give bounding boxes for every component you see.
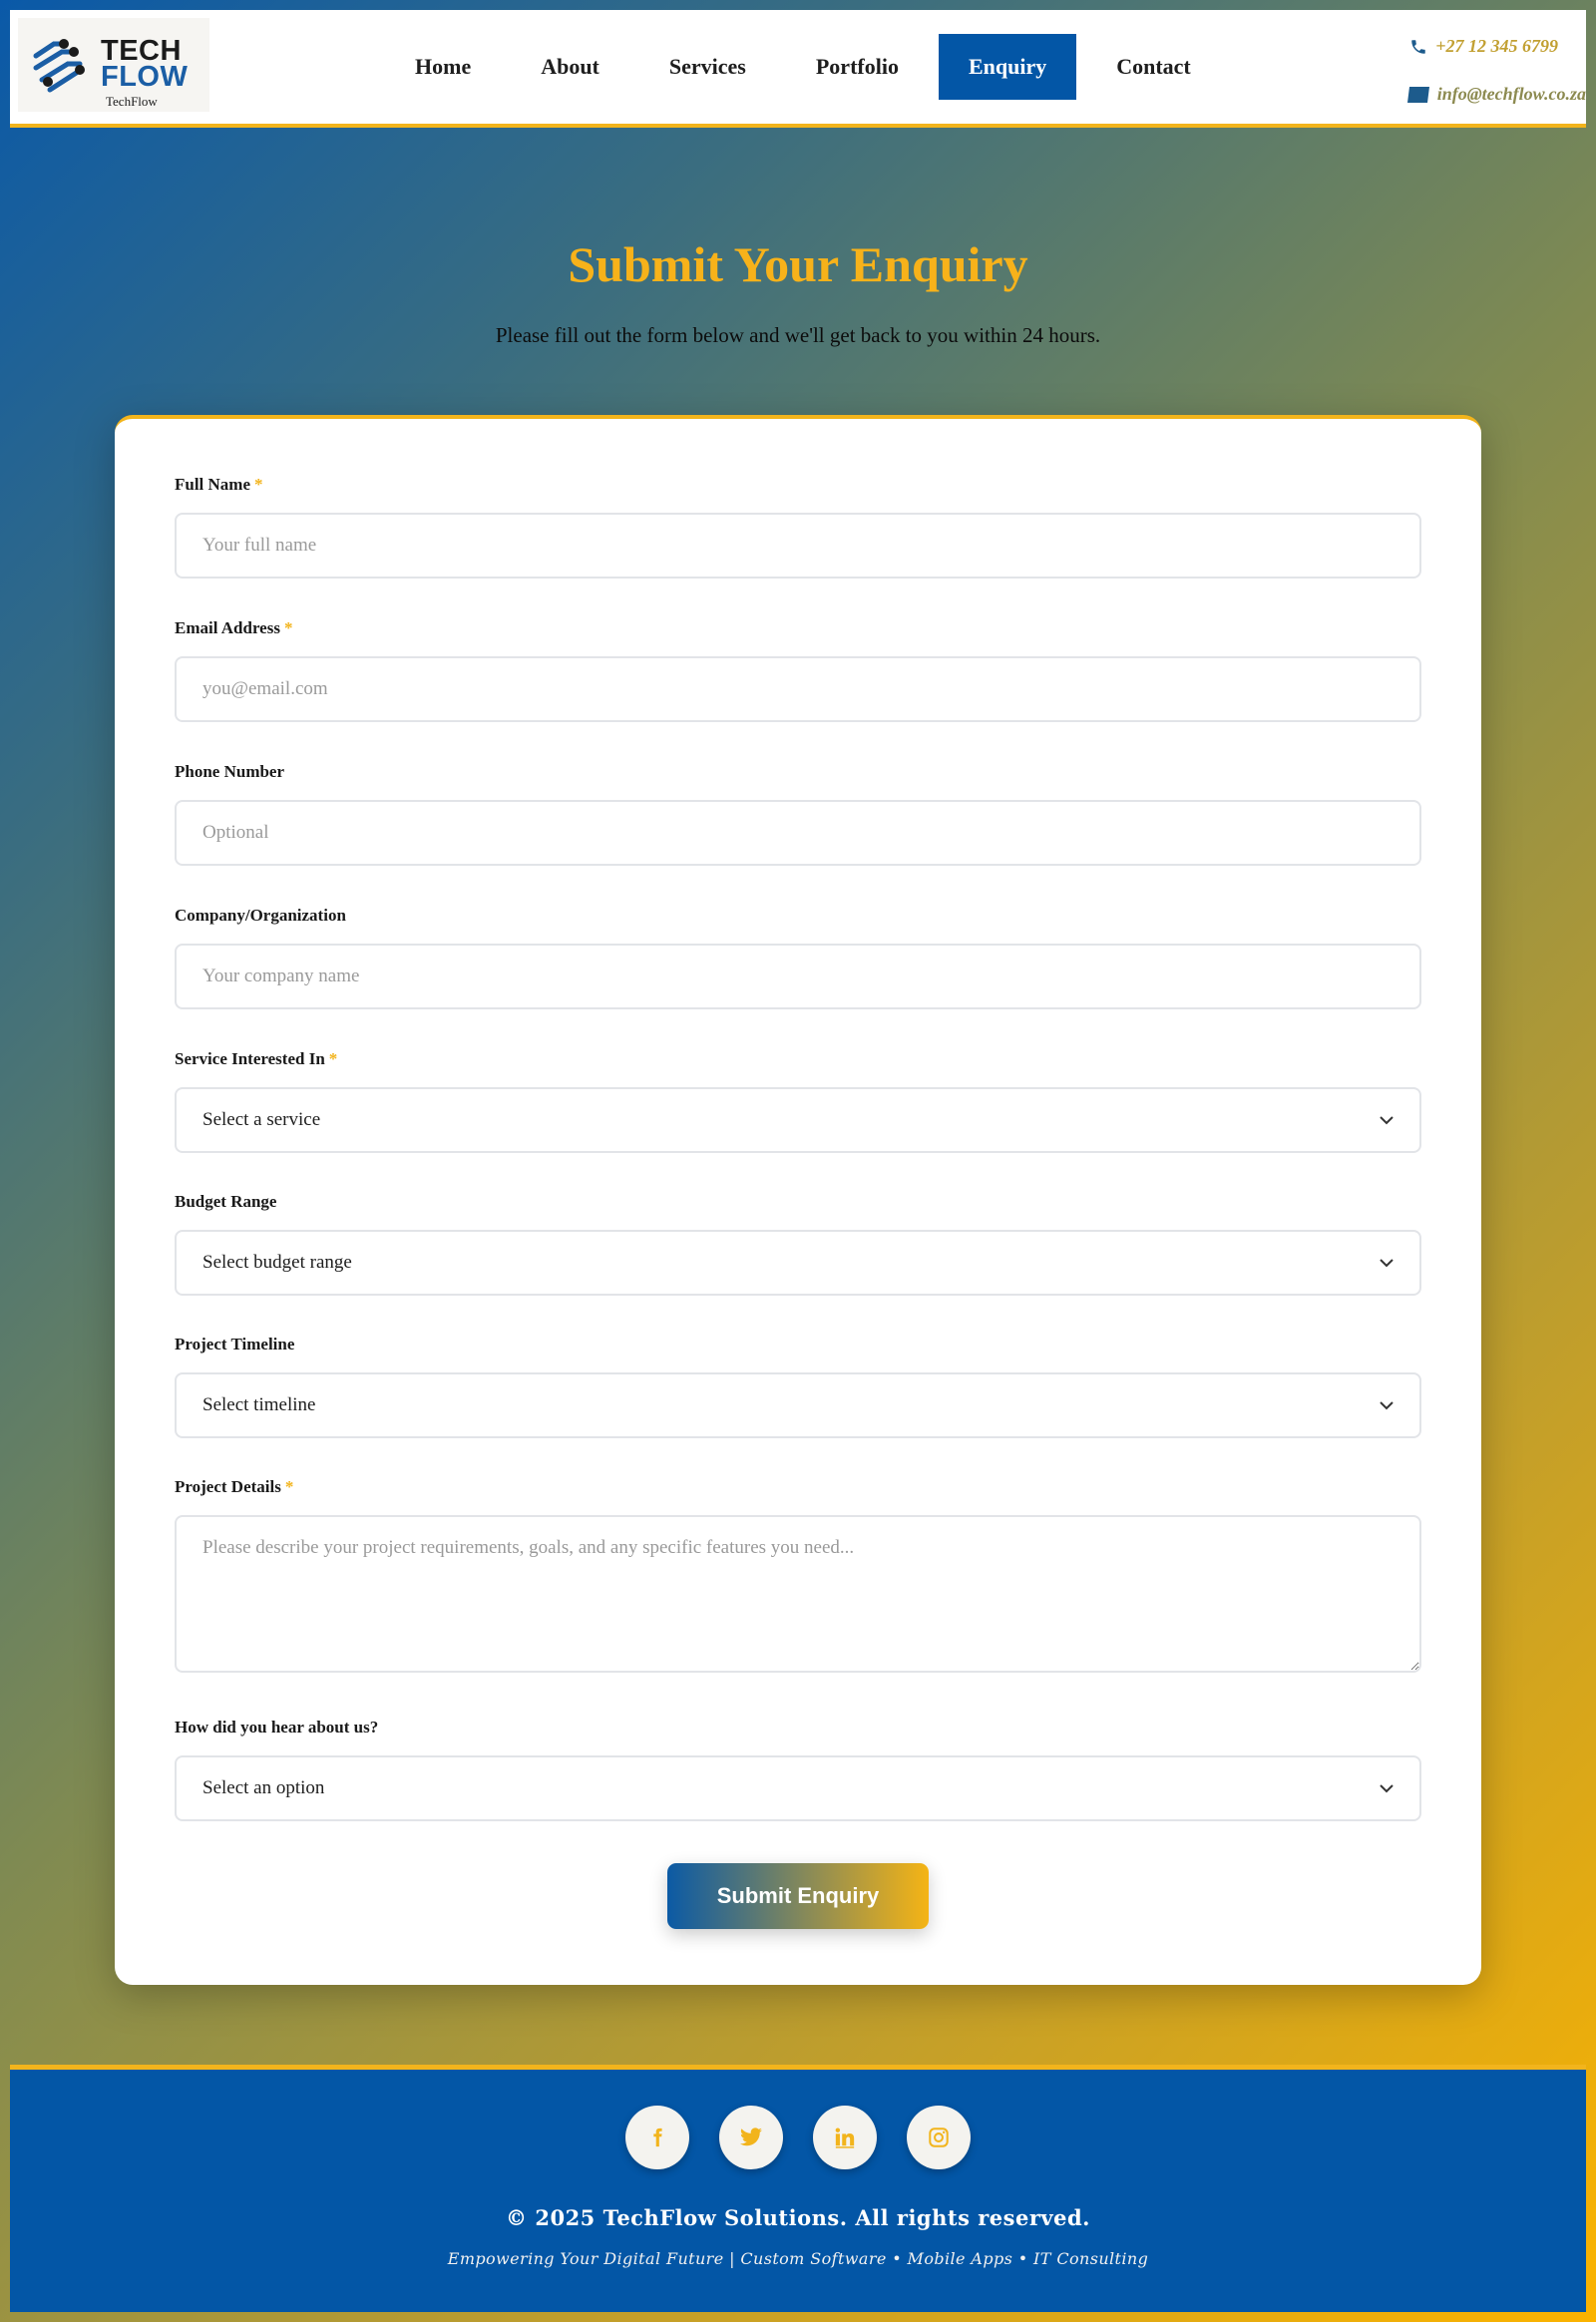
field-full-name: Full Name * [175,475,1421,579]
instagram-link[interactable] [907,2106,971,2169]
referral-source-label: How did you hear about us? [175,1718,379,1737]
header-phone-text: +27 12 345 6799 [1435,36,1558,56]
phone-label: Phone Number [175,762,285,781]
site-header: TECH FLOW TechFlow Home About Services P… [10,10,1586,128]
linkedin-link[interactable] [813,2106,877,2169]
facebook-link[interactable] [625,2106,689,2169]
page-title: Submit Your Enquiry [568,236,1028,292]
logo-subtext: TechFlow [106,94,158,109]
nav-item-enquiry[interactable]: Enquiry [938,34,1077,100]
envelope-icon [1406,86,1429,103]
enquiry-form: Full Name* Email Address* Phone Number C… [115,415,1481,1985]
social-links [10,2106,1586,2169]
timeline-select-value: Select timeline [202,1394,316,1415]
header-email-text: info@techflow.co.za [1436,84,1586,104]
nav-item-home[interactable]: Home [385,34,501,100]
service-select[interactable]: Select a service [175,1087,1421,1153]
field-phone: Phone Number [175,762,1421,866]
nav-item-portfolio[interactable]: Portfolio [786,34,929,100]
required-marker: * [328,1049,338,1068]
chevron-down-icon [1380,1259,1394,1268]
nav-item-contact[interactable]: Contact [1086,34,1221,100]
logo[interactable]: TECH FLOW TechFlow [18,18,209,112]
budget-select-value: Select budget range [202,1252,352,1273]
chevron-down-icon [1380,1401,1394,1410]
header-phone[interactable]: +27 12 345 6799 [1409,36,1558,57]
chevron-down-icon [1380,1116,1394,1125]
phone-icon [1411,39,1425,54]
main-nav: Home About Services Portfolio Enquiry Co… [385,34,1231,100]
submit-enquiry-button[interactable]: Submit Enquiry [667,1863,929,1929]
email-input[interactable] [175,656,1421,722]
project-details-label-text: Project Details [175,1477,281,1496]
email-label: Email Address * [175,618,1421,642]
full-name-label-text: Full Name [175,475,251,494]
budget-label: Budget Range [175,1192,277,1211]
field-project-details: Project Details * [175,1477,1421,1678]
copyright-text: © 2025 TechFlow Solutions. All rights re… [506,2205,1090,2230]
budget-select[interactable]: Select budget range [175,1230,1421,1296]
phone-input[interactable] [175,800,1421,866]
page-subtitle: Please fill out the form below and we'll… [495,323,1101,347]
company-input[interactable] [175,944,1421,1009]
header-email[interactable]: info@techflow.co.za [1406,84,1586,105]
timeline-label: Project Timeline [175,1335,295,1354]
field-company: Company/Organization [175,906,1421,1009]
twitter-icon [740,2128,762,2146]
required-marker: * [284,1477,294,1496]
nav-item-about[interactable]: About [511,34,629,100]
referral-source-select-value: Select an option [202,1777,325,1798]
site-footer: © 2025 TechFlow Solutions. All rights re… [10,2065,1586,2312]
email-label-text: Email Address [175,618,280,637]
required-marker: * [254,475,263,494]
facebook-icon [653,2128,662,2147]
nav-item-services[interactable]: Services [639,34,776,100]
logo-circuit-icon [33,39,85,93]
required-marker: * [283,618,293,637]
field-budget: Budget Range Select budget range [175,1192,1421,1296]
service-label: Service Interested In * [175,1049,1421,1073]
company-label: Company/Organization [175,906,346,925]
linkedin-icon [835,2128,855,2148]
field-referral-source: How did you hear about us? Select an opt… [175,1718,1421,1821]
footer-tagline: Empowering Your Digital Future | Custom … [447,2249,1149,2268]
project-details-textarea[interactable] [175,1515,1421,1673]
field-timeline: Project Timeline Select timeline [175,1335,1421,1438]
field-service: Service Interested In * Select a service [175,1049,1421,1153]
timeline-select[interactable]: Select timeline [175,1372,1421,1438]
referral-source-select[interactable]: Select an option [175,1755,1421,1821]
service-select-value: Select a service [202,1109,321,1130]
project-details-label: Project Details * [175,1477,1421,1501]
field-email: Email Address * [175,618,1421,722]
full-name-input[interactable] [175,513,1421,579]
twitter-link[interactable] [719,2106,783,2169]
chevron-down-icon [1380,1784,1394,1793]
service-label-text: Service Interested In [175,1049,325,1068]
instagram-icon [929,2128,949,2147]
logo-text-flow: FLOW [101,61,189,93]
full-name-label: Full Name * [175,475,1421,499]
